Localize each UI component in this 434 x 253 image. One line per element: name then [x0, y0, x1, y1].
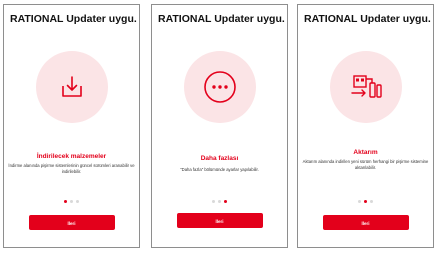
- screen-description: İndirme alanında pişirme sistemlerinin g…: [8, 163, 135, 174]
- page-dot: [370, 200, 373, 203]
- page-indicator: [152, 200, 287, 203]
- screen-heading: Daha fazlası: [200, 155, 239, 162]
- next-button[interactable]: İleri: [28, 215, 115, 230]
- page-dot: [218, 200, 221, 203]
- page-dot: [224, 200, 227, 203]
- onboarding-screen-transfer: RATIONAL Updater uygu... Aktarım Aktarım…: [297, 4, 434, 248]
- onboarding-screen-download: RATIONAL Updater uygu... İndirilecek mal…: [3, 4, 140, 248]
- screen-title: RATIONAL Updater uygu...: [158, 13, 285, 25]
- download-icon: [54, 69, 90, 105]
- onboarding-screen-more: RATIONAL Updater uygu... Daha fazlası "D…: [151, 4, 288, 248]
- screen-heading: Aktarım: [353, 149, 378, 156]
- transfer-usb-icon: [348, 69, 384, 105]
- more-icon: [202, 69, 238, 105]
- page-dot: [212, 200, 215, 203]
- screen-title: RATIONAL Updater uygu...: [10, 13, 137, 25]
- next-button[interactable]: İleri: [322, 215, 409, 230]
- next-button[interactable]: İleri: [176, 213, 263, 228]
- page-dot: [76, 200, 79, 203]
- page-dot: [358, 200, 361, 203]
- screen-description: "Daha fazla" bölümünde ayarlar yapılabil…: [180, 167, 259, 172]
- screen-heading: İndirilecek malzemeler: [36, 153, 107, 160]
- page-indicator: [4, 200, 139, 203]
- page-dot: [70, 200, 73, 203]
- screen-description: Aktarım alanında indirilen yeni sürüm he…: [302, 159, 429, 170]
- page-indicator: [298, 200, 433, 203]
- screen-title: RATIONAL Updater uygu...: [304, 13, 431, 25]
- page-dot: [364, 200, 367, 203]
- page-dot: [64, 200, 67, 203]
